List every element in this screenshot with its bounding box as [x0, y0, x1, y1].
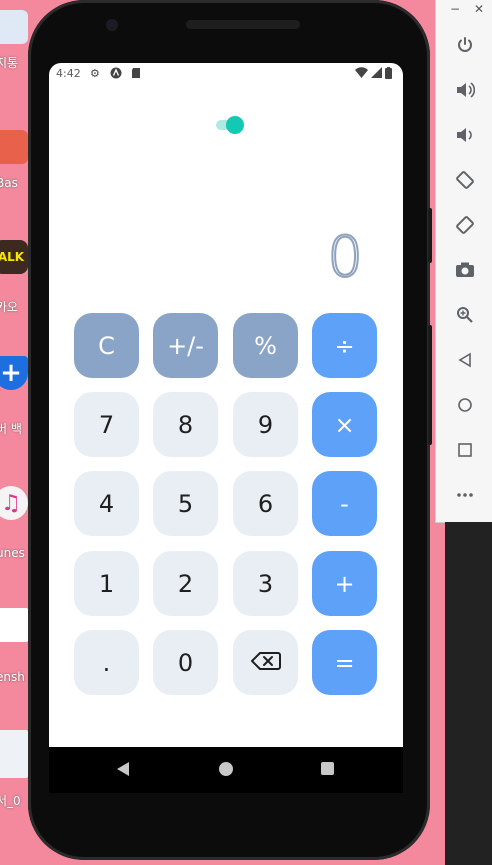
- zoom-icon[interactable]: [454, 304, 476, 326]
- overview-icon[interactable]: [454, 439, 476, 461]
- subtract-button[interactable]: -: [312, 471, 377, 536]
- backspace-button[interactable]: [233, 630, 298, 695]
- divide-button[interactable]: ÷: [312, 313, 377, 378]
- more-icon[interactable]: [454, 484, 476, 506]
- sd-card-icon: [131, 67, 141, 82]
- minimize-button[interactable]: −: [450, 2, 460, 16]
- side-button: [428, 208, 432, 263]
- camera-icon[interactable]: [454, 259, 476, 281]
- bas-app-icon: [0, 130, 28, 164]
- digit-1-button[interactable]: 1: [74, 551, 139, 616]
- percent-button[interactable]: %: [233, 313, 298, 378]
- volume-down-icon[interactable]: [454, 124, 476, 146]
- signal-icon: [371, 67, 382, 81]
- digit-3-button[interactable]: 3: [233, 551, 298, 616]
- recycle-bin-icon: [0, 10, 28, 44]
- digit-9-button[interactable]: 9: [233, 392, 298, 457]
- battery-icon: [385, 67, 392, 82]
- theme-toggle[interactable]: [216, 116, 244, 134]
- settings-icon: ⚙: [90, 67, 100, 80]
- equals-button[interactable]: =: [312, 630, 377, 695]
- vaccine-icon: +: [0, 356, 28, 390]
- front-camera: [106, 19, 118, 31]
- side-button: [428, 325, 432, 445]
- screenshot-file-icon: [0, 608, 28, 642]
- back-icon[interactable]: [454, 349, 476, 371]
- power-icon[interactable]: [454, 34, 476, 56]
- digit-0-button[interactable]: 0: [153, 630, 218, 695]
- result-display: 0: [326, 224, 364, 291]
- toggle-knob: [226, 116, 244, 134]
- digit-2-button[interactable]: 2: [153, 551, 218, 616]
- itunes-icon: ♫: [0, 486, 28, 520]
- digit-5-button[interactable]: 5: [153, 471, 218, 536]
- digit-4-button[interactable]: 4: [74, 471, 139, 536]
- rotate-right-icon[interactable]: [454, 214, 476, 236]
- decimal-button[interactable]: .: [74, 630, 139, 695]
- add-button[interactable]: +: [312, 551, 377, 616]
- home-icon[interactable]: [454, 394, 476, 416]
- phone-screen: 4:42 ⚙ 0 C +/- % ÷ 7 8 9 × 4 5 6 - 1 2 3…: [49, 63, 403, 747]
- backspace-icon: [250, 649, 281, 677]
- emulator-toolbar: − ✕: [435, 0, 492, 523]
- background-strip: [445, 522, 492, 865]
- digit-7-button[interactable]: 7: [74, 392, 139, 457]
- status-time: 4:42: [56, 67, 81, 80]
- multiply-button[interactable]: ×: [312, 392, 377, 457]
- system-nav-bar: [49, 747, 403, 793]
- document-file-icon: [0, 730, 28, 778]
- nav-back-icon[interactable]: [117, 762, 129, 776]
- digit-8-button[interactable]: 8: [153, 392, 218, 457]
- wifi-icon: [355, 67, 368, 81]
- nav-recents-icon[interactable]: [321, 762, 334, 775]
- assistant-icon: [110, 67, 122, 82]
- kakaotalk-icon: ALK: [0, 240, 28, 274]
- earpiece: [186, 20, 300, 29]
- rotate-left-icon[interactable]: [454, 169, 476, 191]
- digit-6-button[interactable]: 6: [233, 471, 298, 536]
- volume-up-icon[interactable]: [454, 79, 476, 101]
- close-button[interactable]: ✕: [474, 2, 484, 16]
- negate-button[interactable]: +/-: [153, 313, 218, 378]
- status-bar: 4:42 ⚙: [49, 63, 403, 85]
- nav-home-icon[interactable]: [219, 762, 233, 776]
- clear-button[interactable]: C: [74, 313, 139, 378]
